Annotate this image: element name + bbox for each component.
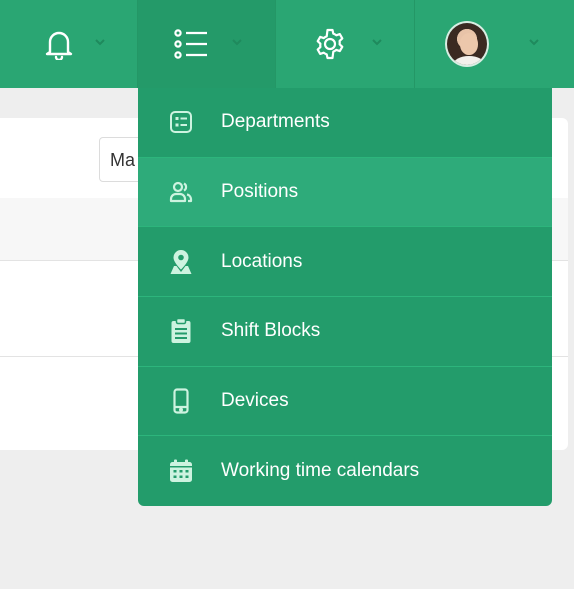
users-icon [168, 179, 194, 205]
menu-item-working-time-calendars[interactable]: Working time calendars [138, 436, 552, 506]
gear-icon [308, 22, 352, 66]
menu-item-departments[interactable]: Departments [138, 88, 552, 158]
menu-item-label: Departments [221, 111, 330, 133]
menu-item-label: Shift Blocks [221, 320, 321, 342]
dropdown-menu: Departments Positions Locations Shift Bl… [138, 88, 552, 506]
menu-item-shift-blocks[interactable]: Shift Blocks [138, 297, 552, 367]
menu-item-label: Locations [221, 250, 303, 272]
chevron-down-icon [231, 36, 243, 48]
menu-item-label: Working time calendars [221, 460, 420, 482]
calendar-icon [168, 458, 194, 484]
notifications-button[interactable] [0, 0, 137, 88]
department-list-icon [168, 109, 194, 135]
settings-button[interactable] [275, 0, 414, 88]
map-pin-icon [168, 249, 194, 275]
avatar-wrapper [445, 21, 489, 67]
chevron-down-icon [94, 36, 106, 48]
profile-button[interactable] [414, 0, 574, 88]
menu-item-devices[interactable]: Devices [138, 367, 552, 437]
menu-item-positions[interactable]: Positions [138, 157, 552, 228]
chevron-down-icon [371, 36, 383, 48]
mobile-device-icon [168, 388, 194, 414]
clipboard-icon [168, 318, 194, 344]
menu-item-label: Positions [221, 181, 299, 203]
top-navbar [0, 0, 574, 88]
avatar [445, 21, 489, 67]
menu-button[interactable] [137, 0, 275, 88]
menu-item-locations[interactable]: Locations [138, 227, 552, 298]
list-icon [169, 22, 213, 66]
menu-item-label: Devices [221, 390, 289, 412]
bell-icon [37, 22, 81, 66]
chevron-down-icon [528, 36, 540, 48]
